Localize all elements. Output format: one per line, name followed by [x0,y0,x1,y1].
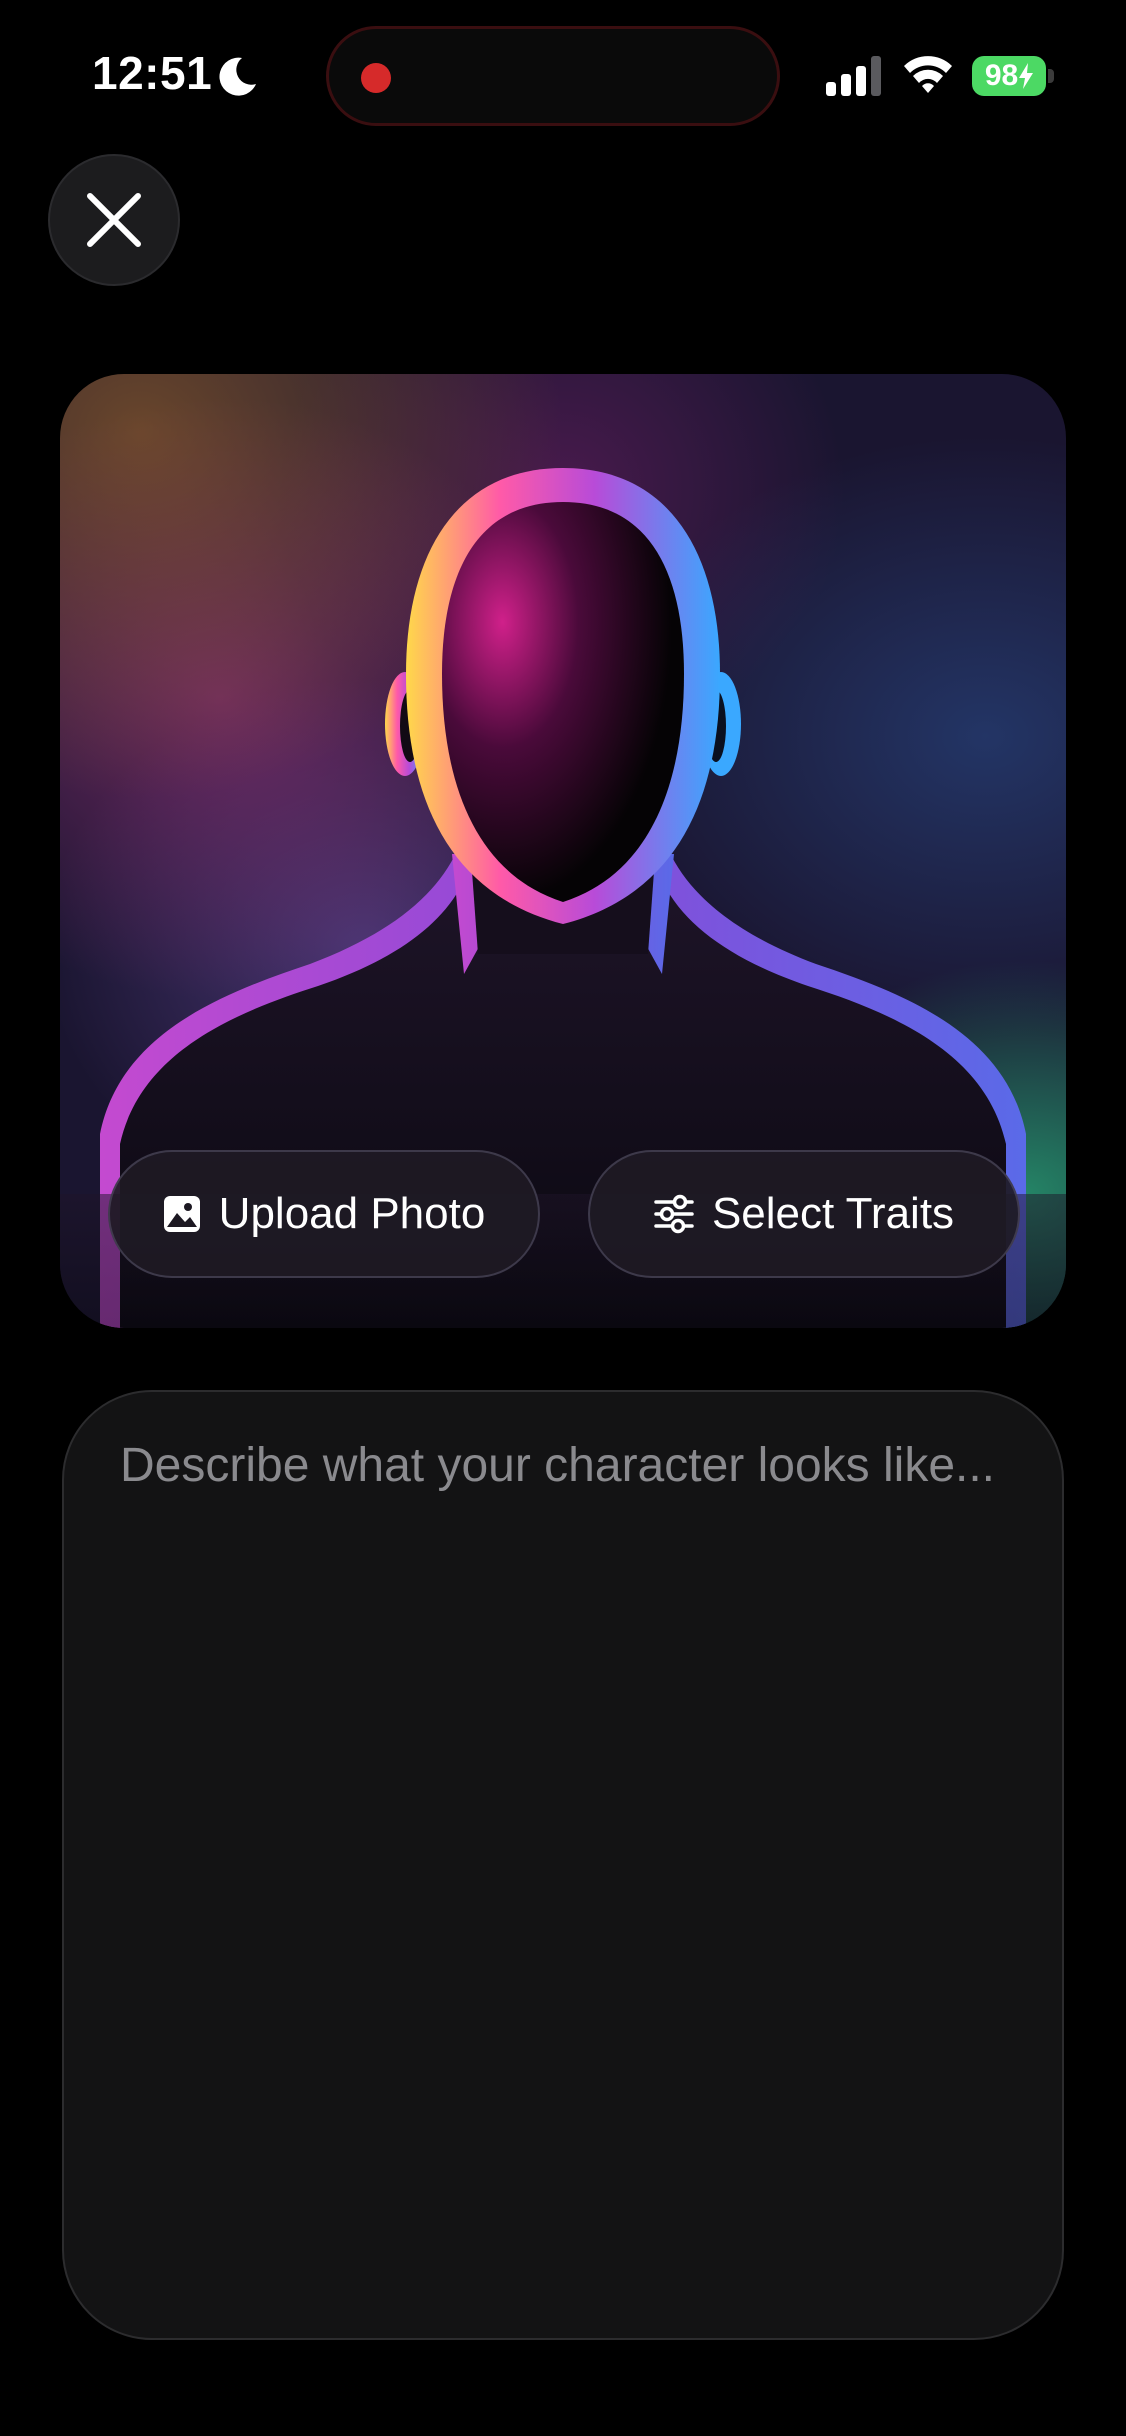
status-time: 12:51 [92,47,213,99]
moon-icon [219,57,256,96]
battery-level: 98 [972,56,1046,96]
recording-indicator [361,63,391,93]
description-field[interactable] [62,1390,1064,2340]
wifi-icon [904,56,952,93]
photo-icon [163,1196,200,1232]
status-bar: 12:51 98 [0,0,1126,150]
battery-percent: 98 [984,59,1019,92]
upload-photo-label: Upload Photo [218,1189,486,1238]
battery-icon: 98 [972,56,1054,96]
battery-cap [1048,69,1054,83]
charging-bolt-icon [1019,63,1034,89]
select-traits-label: Select Traits [711,1189,955,1238]
close-icon [87,193,141,247]
close-button[interactable] [48,154,180,286]
sliders-icon [654,1194,694,1234]
upload-photo-button[interactable]: Upload Photo [108,1150,540,1278]
dynamic-island [326,26,780,126]
select-traits-button[interactable]: Select Traits [588,1150,1020,1278]
description-input[interactable] [120,1438,1020,2278]
signal-icon [826,56,881,96]
hero-image-card: Upload Photo Select Traits [60,374,1066,1328]
